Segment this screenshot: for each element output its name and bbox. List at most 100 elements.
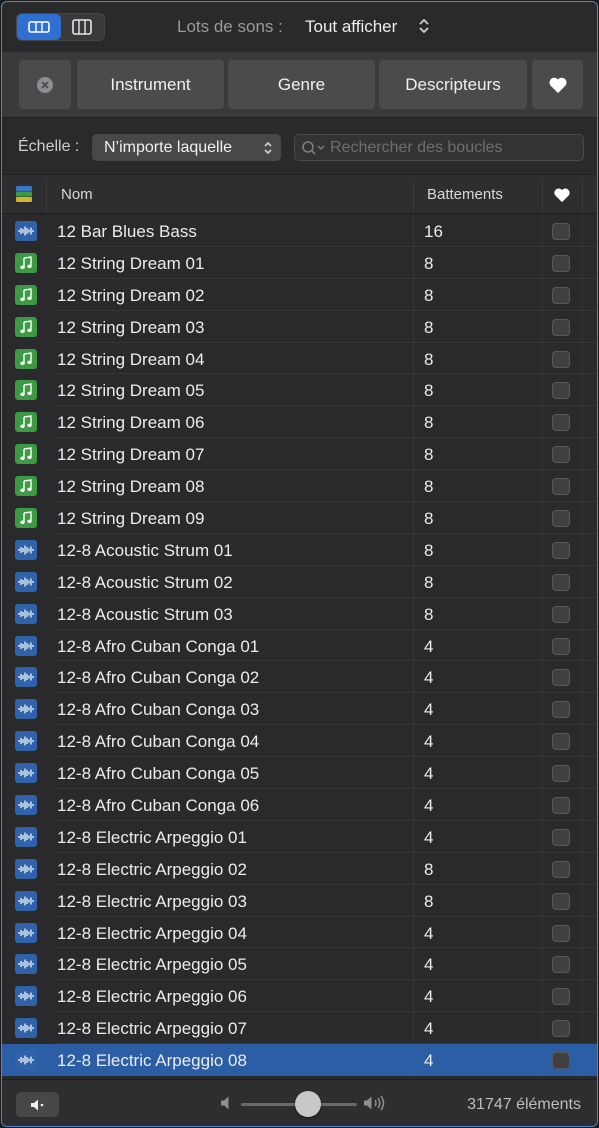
waveform-icon (18, 800, 34, 810)
table-row[interactable]: 12-8 Electric Arpeggio 07 4 (2, 1012, 597, 1045)
table-row[interactable]: 12-8 Afro Cuban Conga 01 4 (2, 630, 597, 662)
scale-search-row: Échelle : N’importe laquelle (2, 130, 597, 166)
favorite-checkbox[interactable] (552, 765, 570, 783)
favorite-checkbox[interactable] (552, 478, 570, 496)
table-row[interactable]: 12 String Dream 08 8 (2, 470, 597, 503)
table-row[interactable]: 12-8 Afro Cuban Conga 02 4 (2, 661, 597, 694)
name-column-header[interactable]: Nom (61, 186, 93, 203)
scale-select[interactable]: N’importe laquelle (92, 134, 281, 161)
favorites-filter-button[interactable] (532, 60, 583, 109)
waveform-icon (18, 545, 34, 555)
favorite-checkbox[interactable] (552, 573, 570, 591)
toolbar: Lots de sons : Tout afficher (2, 2, 597, 52)
table-row[interactable]: 12-8 Afro Cuban Conga 06 4 (2, 789, 597, 821)
favorite-checkbox[interactable] (552, 541, 570, 559)
audio-loop-type (15, 890, 37, 911)
favorite-column-header[interactable] (553, 187, 571, 208)
loop-beats: 8 (424, 413, 434, 433)
search-box[interactable] (294, 134, 584, 161)
loop-beats: 8 (424, 604, 434, 624)
table-row[interactable]: 12 String Dream 01 8 (2, 247, 597, 279)
table-row[interactable]: 12 String Dream 07 8 (2, 438, 597, 471)
midi-loop-type (15, 380, 37, 401)
table-row[interactable]: 12-8 Electric Arpeggio 01 4 (2, 821, 597, 853)
favorite-checkbox[interactable] (552, 254, 570, 272)
table-row[interactable]: 12-8 Electric Arpeggio 08 4 (2, 1044, 597, 1077)
favorite-checkbox[interactable] (552, 510, 570, 528)
favorite-checkbox[interactable] (552, 1052, 570, 1070)
reset-filters-button[interactable] (19, 60, 71, 109)
audio-loop-type (15, 539, 37, 560)
favorite-checkbox[interactable] (552, 669, 570, 687)
table-row[interactable]: 12-8 Electric Arpeggio 04 4 (2, 917, 597, 949)
favorite-checkbox[interactable] (552, 1020, 570, 1038)
table-row[interactable]: 12-8 Electric Arpeggio 05 4 (2, 948, 597, 981)
table-row[interactable]: 12 String Dream 03 8 (2, 311, 597, 343)
table-row[interactable]: 12-8 Acoustic Strum 03 8 (2, 598, 597, 630)
audio-loop-type (15, 763, 37, 784)
favorite-checkbox[interactable] (552, 637, 570, 655)
table-row[interactable]: 12-8 Electric Arpeggio 02 8 (2, 853, 597, 885)
favorite-checkbox[interactable] (552, 382, 570, 400)
audio-loop-type (15, 221, 37, 241)
waveform-icon (18, 577, 34, 587)
favorite-checkbox[interactable] (552, 733, 570, 751)
sound-packs-select[interactable]: Tout afficher (305, 17, 397, 37)
preview-speaker-button[interactable] (16, 1092, 59, 1117)
table-row[interactable]: 12 Bar Blues Bass 16 (2, 215, 597, 247)
favorite-checkbox[interactable] (552, 286, 570, 304)
loop-beats: 8 (424, 253, 434, 273)
favorite-checkbox[interactable] (552, 446, 570, 464)
favorite-checkbox[interactable] (552, 605, 570, 623)
waveform-icon (18, 736, 34, 746)
loop-beats: 8 (424, 381, 434, 401)
table-row[interactable]: 12 String Dream 05 8 (2, 374, 597, 407)
table-header: Nom Battements (2, 174, 597, 214)
loop-name: 12 String Dream 08 (57, 477, 205, 497)
sound-packs-label: Lots de sons : (177, 17, 283, 36)
loop-name: 12-8 Electric Arpeggio 08 (57, 1051, 247, 1071)
table-row[interactable]: 12-8 Acoustic Strum 02 8 (2, 566, 597, 598)
table-row[interactable]: 12 String Dream 06 8 (2, 406, 597, 439)
instrument-filter-button[interactable]: Instrument (77, 60, 224, 109)
favorite-checkbox[interactable] (552, 924, 570, 942)
favorite-checkbox[interactable] (552, 988, 570, 1006)
favorite-checkbox[interactable] (552, 797, 570, 815)
button-view-toggle[interactable] (17, 14, 61, 40)
search-input[interactable] (330, 137, 575, 158)
table-row[interactable]: 12-8 Afro Cuban Conga 04 4 (2, 725, 597, 758)
table-row[interactable]: 12 String Dream 04 8 (2, 343, 597, 375)
loop-beats: 8 (424, 859, 434, 879)
favorite-checkbox[interactable] (552, 892, 570, 910)
midi-loop-type (15, 252, 37, 273)
table-row[interactable]: 12 String Dream 09 8 (2, 502, 597, 534)
volume-slider-knob[interactable] (295, 1091, 322, 1117)
beats-column-header[interactable]: Battements (427, 186, 503, 203)
midi-loop-type (15, 508, 37, 529)
table-row[interactable]: 12-8 Electric Arpeggio 03 8 (2, 885, 597, 917)
favorite-checkbox[interactable] (552, 223, 570, 240)
audio-loop-type (15, 1018, 37, 1039)
favorite-checkbox[interactable] (552, 828, 570, 846)
table-row[interactable]: 12 String Dream 02 8 (2, 279, 597, 311)
chevron-up-down-icon[interactable] (418, 16, 430, 36)
table-row[interactable]: 12-8 Afro Cuban Conga 05 4 (2, 757, 597, 790)
favorite-checkbox[interactable] (552, 414, 570, 432)
favorite-checkbox[interactable] (552, 350, 570, 368)
loop-list: 12 Bar Blues Bass 16 12 String Dream 01 8 12… (2, 215, 597, 1077)
heart-icon (554, 188, 570, 203)
favorite-checkbox[interactable] (552, 318, 570, 336)
table-row[interactable]: 12-8 Electric Arpeggio 06 4 (2, 980, 597, 1013)
descriptors-filter-button[interactable]: Descripteurs (379, 60, 527, 109)
favorite-checkbox[interactable] (552, 860, 570, 878)
waveform-icon (18, 768, 34, 778)
loop-type-column-header[interactable] (15, 185, 33, 208)
genre-filter-button[interactable]: Genre (228, 60, 375, 109)
column-view-toggle[interactable] (61, 14, 105, 40)
favorite-checkbox[interactable] (552, 956, 570, 974)
table-row[interactable]: 12-8 Acoustic Strum 01 8 (2, 534, 597, 566)
loop-beats: 4 (424, 700, 434, 720)
favorite-checkbox[interactable] (552, 701, 570, 719)
music-note-icon (20, 383, 32, 397)
table-row[interactable]: 12-8 Afro Cuban Conga 03 4 (2, 693, 597, 726)
